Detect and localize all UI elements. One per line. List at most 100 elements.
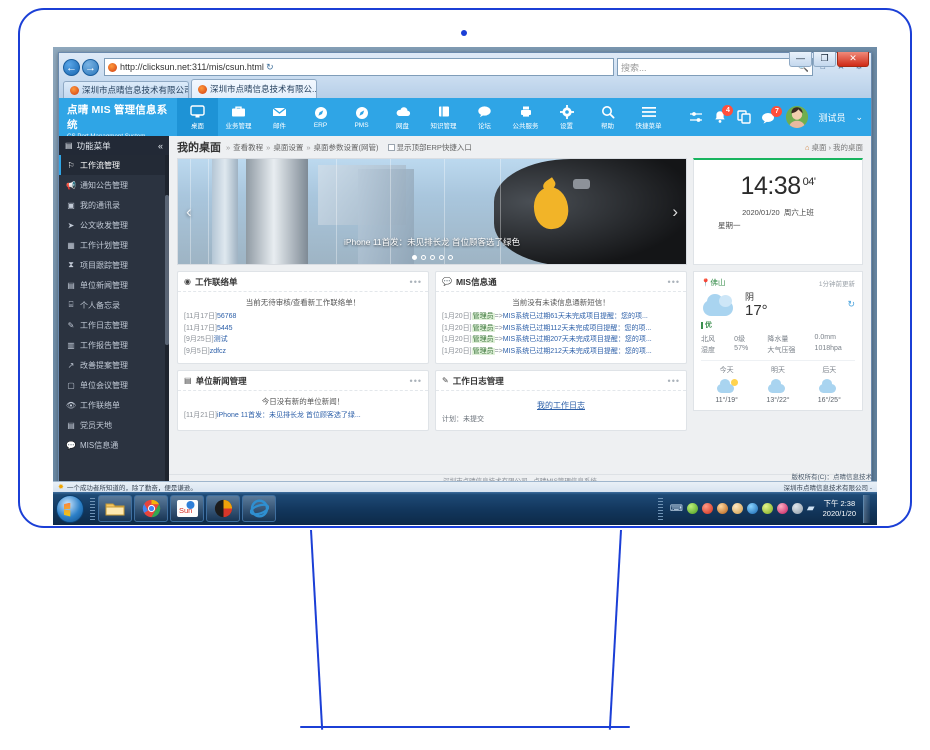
carousel-next-button[interactable]: › [672,202,678,222]
maximize-button[interactable]: ❐ [813,52,836,67]
taskbar-clock[interactable]: 下午 2:38 2020/1/20 [819,499,856,519]
tray-network-icon[interactable]: ▰ [807,503,815,514]
nav-item-forum[interactable]: 论坛 [464,98,505,136]
app-brand[interactable]: 点晴 MIS 管理信息系统 CS Port Managment System [59,98,177,140]
sidebar-item-documents[interactable]: ➤ 公文收发管理 [59,215,169,235]
nav-item-settings[interactable]: 设置 [546,98,587,136]
home-icon[interactable]: ⌂ [805,143,810,152]
item-link[interactable]: MIS系统已过期212天未完成项目提醒：您的项... [503,348,652,355]
avatar[interactable] [786,106,809,128]
tray-icon-tan[interactable] [731,503,743,514]
item-link[interactable]: MIS系统已过期112天未完成项目提醒：您的项... [503,325,651,332]
list-item[interactable]: [1月20日]管理员=>MIS系统已过期112天未完成项目提醒：您的项... [442,323,680,335]
show-desktop-button[interactable] [863,494,870,523]
list-item[interactable]: [1月20日]管理员=>MIS系统已过期212天未完成项目提醒：您的项... [442,346,680,358]
nav-item-pms[interactable]: PMS [341,98,382,136]
sidebar-item-project[interactable]: ⧗ 项目跟踪管理 [59,255,169,275]
card-more-icon[interactable]: ••• [410,376,422,386]
carousel-dot[interactable] [438,255,444,260]
list-item[interactable]: [1月20日]管理员=>MIS系统已过期207天未完成项目提醒：您的项... [442,334,680,346]
taskbar-maxthon-button[interactable] [206,495,240,522]
back-button[interactable]: ← [63,58,80,76]
sidebar-item-news[interactable]: ▤ 单位新闻管理 [59,275,169,295]
nav-item-public-service[interactable]: 公共服务 [505,98,546,136]
notifications-bell[interactable]: 4 [713,105,734,124]
card-more-icon[interactable]: ••• [668,376,680,386]
nav-item-business[interactable]: 业务管理 [218,98,259,136]
browser-search-box[interactable]: 搜索... 🔍 [617,58,813,76]
copy-icon[interactable] [737,110,752,124]
item-link[interactable]: 测试 [214,336,228,343]
forward-button[interactable]: → [82,58,99,76]
taskbar-grip[interactable] [90,497,95,520]
tray-icon-green[interactable] [686,503,698,514]
nav-item-netdisk[interactable]: 网盘 [382,98,423,136]
sidebar-collapse-icon[interactable]: « [158,141,163,151]
news-carousel[interactable]: ‹ › iPhone 11首发：未见排长龙 首位顾客选了绿色 [177,158,687,265]
tray-keyboard-icon[interactable]: ⌨ [670,503,683,514]
carousel-dot[interactable] [447,255,453,260]
sidebar-item-improvement[interactable]: ↗ 改善提案管理 [59,355,169,375]
nav-item-desktop[interactable]: 桌面 [177,98,218,136]
weather-refresh-icon[interactable]: ↻ [847,299,855,310]
erp-shortcut-checkbox-wrap[interactable]: 显示顶部ERP快捷入口 [387,142,472,153]
nav-item-erp[interactable]: ERP [300,98,341,136]
item-link[interactable]: zdfcz [210,348,226,355]
sidebar-item-workflow[interactable]: ⚐ 工作流管理 [59,155,169,175]
list-item[interactable]: [9月25日]测试 [184,334,422,346]
sidebar-item-meeting[interactable]: ▢ 单位会议管理 [59,375,169,395]
tray-icon-pink[interactable] [776,503,788,514]
taskbar-chrome-button[interactable] [134,495,168,522]
item-link[interactable]: 56768 [217,313,236,320]
minimize-button[interactable]: — [789,52,812,67]
item-link[interactable]: MIS系统已过期61天未完成项目提醒：您的项... [503,313,648,320]
messages-icon[interactable]: 7 [761,105,783,124]
tray-icon-qq[interactable] [716,503,728,514]
list-item[interactable]: [11月21日]iPhone 11首发：未见排长龙 首位顾客选了绿... [184,410,422,422]
sidebar-item-liaison[interactable]: 👁 工作联络单 [59,395,169,415]
sidebar-item-party[interactable]: ▤ 党员天地 [59,415,169,435]
carousel-dot[interactable] [411,255,417,260]
tray-icon-gray[interactable] [791,503,803,514]
carousel-prev-button[interactable]: ‹ [186,202,192,222]
breadcrumb-desktop[interactable]: 桌面 [812,142,827,153]
nav-item-knowledge[interactable]: 知识管理 [423,98,464,136]
link-desktop-params[interactable]: 桌面参数设置(网管) [314,142,379,153]
taskbar-ie-button[interactable] [242,495,276,522]
taskbar-explorer-button[interactable] [98,495,132,522]
breadcrumb-mydesktop[interactable]: 我的桌面 [833,142,863,153]
item-link[interactable]: MIS系统已过期207天未完成项目提醒：您的项... [503,336,652,343]
sidebar-item-workplan[interactable]: ▦ 工作计划管理 [59,235,169,255]
address-bar[interactable]: http://clicksun.net:311/mis/csun.html ↻ [104,58,614,76]
list-item[interactable]: [11月17日]5445 [184,323,422,335]
browser-tab-2[interactable]: 深圳市点晴信息技术有限公... ✕ [191,79,317,98]
nav-item-mail[interactable]: 邮件 [259,98,300,136]
nav-item-quickmenu[interactable]: 快捷菜单 [628,98,669,136]
sidebar-item-memo[interactable]: ⌸ 个人备忘录 [59,295,169,315]
item-link[interactable]: 5445 [217,325,233,332]
sidebar-item-contacts[interactable]: ▣ 我的通讯录 [59,195,169,215]
taskbar-clicksun-button[interactable]: Sun [170,495,204,522]
sidebar-item-mis[interactable]: 💬 MIS信息通 [59,435,169,455]
list-item[interactable]: [11月17日]56768 [184,311,422,323]
tray-icon-shield[interactable] [746,503,758,514]
sidebar-item-workreport[interactable]: ▥ 工作报告管理 [59,335,169,355]
refresh-icon[interactable]: ↻ [264,62,276,73]
sidebar-item-worklog[interactable]: ✎ 工作日志管理 [59,315,169,335]
erp-shortcut-checkbox[interactable] [387,143,395,151]
card-more-icon[interactable]: ••• [668,277,680,287]
tray-icon-yellow[interactable] [761,503,773,514]
list-item[interactable]: [9月5日]zdfcz [184,346,422,358]
carousel-dot[interactable] [420,255,426,260]
my-worklog-link[interactable]: 我的工作日志 [442,400,680,411]
link-desktop-settings[interactable]: 桌面设置 [273,142,303,153]
item-link[interactable]: iPhone 11首发：未见排长龙 首位顾客选了绿... [217,412,361,419]
tray-grip[interactable] [657,497,663,520]
close-button[interactable]: ✕ [837,52,869,67]
link-view-tutorial[interactable]: 查看教程 [233,142,263,153]
start-button[interactable] [56,494,84,523]
sidebar-item-notice[interactable]: 📢 通知公告管理 [59,175,169,195]
browser-tab-1[interactable]: 深圳市点晴信息技术有限公司... [63,81,189,98]
nav-item-help[interactable]: 帮助 [587,98,628,136]
list-item[interactable]: [1月20日]管理员=>MIS系统已过期61天未完成项目提醒：您的项... [442,311,680,323]
